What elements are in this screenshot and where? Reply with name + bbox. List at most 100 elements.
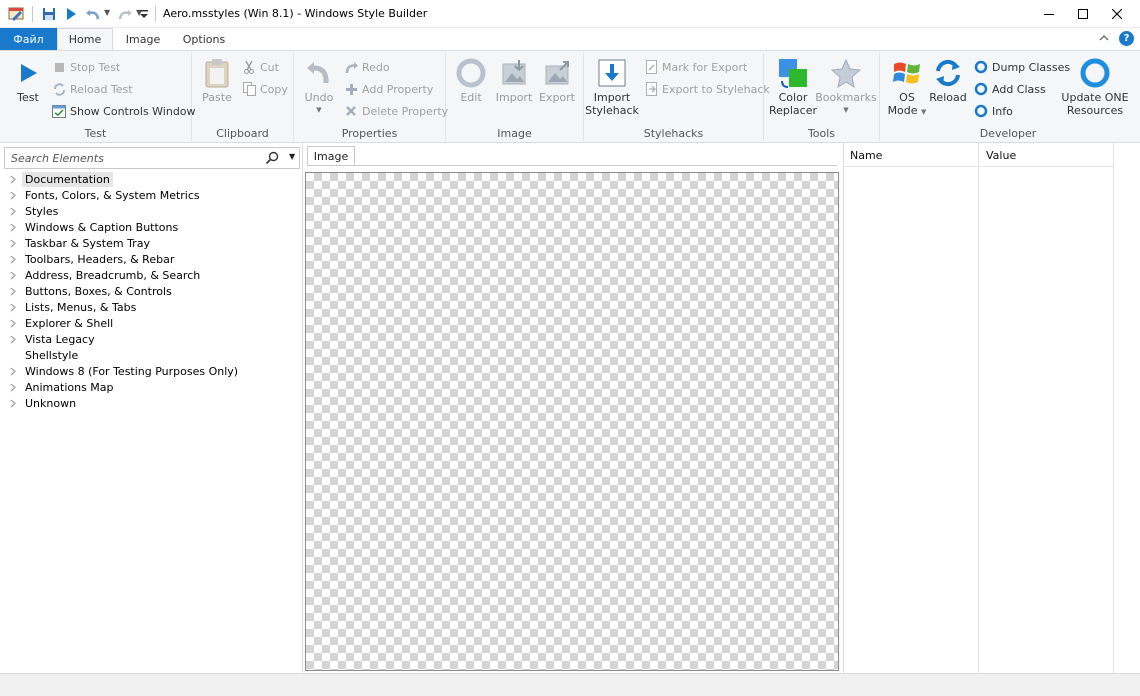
tree-item[interactable]: Fonts, Colors, & System Metrics <box>0 187 300 203</box>
stop-test-button[interactable]: Stop Test <box>52 58 120 76</box>
chevron-right-icon[interactable] <box>8 399 18 408</box>
delete-property-button[interactable]: Delete Property <box>344 102 448 120</box>
export-to-stylehack-label: Export to Stylehack <box>662 82 770 96</box>
tree-item[interactable]: Toolbars, Headers, & Rebar <box>0 251 300 267</box>
test-label: Test <box>17 91 39 104</box>
chevron-down-icon: ▼ <box>316 106 322 114</box>
window-icon <box>52 104 66 118</box>
chevron-right-icon[interactable] <box>8 319 18 328</box>
tree-item[interactable]: Unknown <box>0 395 300 411</box>
stop-test-label: Stop Test <box>70 60 121 74</box>
tree-item-label: Windows 8 (For Testing Purposes Only) <box>25 364 239 378</box>
chevron-right-icon[interactable] <box>8 287 18 296</box>
ribbon-tabs: Файл Home Image Options ? <box>0 28 1140 50</box>
image-canvas[interactable] <box>305 172 839 671</box>
undo-button[interactable]: Undo ▼ <box>302 57 336 117</box>
tree-item-label: Windows & Caption Buttons <box>25 220 179 234</box>
tab-image[interactable]: Image <box>116 28 170 50</box>
show-controls-window-button[interactable]: Show Controls Window <box>52 102 196 120</box>
tab-home[interactable]: Home <box>57 28 113 50</box>
chevron-right-icon[interactable] <box>8 271 18 280</box>
os-mode-button[interactable]: OS Mode ▼ <box>886 57 928 119</box>
tree-item[interactable]: Explorer & Shell <box>0 315 300 331</box>
chevron-right-icon[interactable] <box>8 367 18 376</box>
redo-icon[interactable] <box>116 5 134 23</box>
delete-property-label: Delete Property <box>362 104 449 118</box>
close-button[interactable] <box>1094 0 1140 28</box>
chevron-right-icon[interactable] <box>8 335 18 344</box>
search-input[interactable] <box>11 151 251 165</box>
redo-button[interactable]: Redo <box>344 58 390 76</box>
status-bar <box>0 673 1140 696</box>
help-icon[interactable]: ? <box>1119 31 1134 46</box>
info-button[interactable]: Info <box>974 102 1013 120</box>
export-to-stylehack-button[interactable]: Export to Stylehack <box>644 80 770 98</box>
tree-item[interactable]: Styles <box>0 203 300 219</box>
dump-classes-button[interactable]: Dump Classes <box>974 58 1070 76</box>
tree-item-label: Documentation <box>22 171 113 187</box>
bookmarks-button[interactable]: Bookmarks ▼ <box>815 57 877 117</box>
search-icon[interactable] <box>265 151 279 165</box>
cut-button[interactable]: Cut <box>242 58 279 76</box>
tree-item[interactable]: Shellstyle <box>0 347 300 363</box>
tree-item[interactable]: Vista Legacy <box>0 331 300 347</box>
undo-label: Undo <box>304 91 334 104</box>
import-image-button[interactable]: Import <box>496 57 532 104</box>
tree-item[interactable]: Address, Breadcrumb, & Search <box>0 267 300 283</box>
tab-image-preview[interactable]: Image <box>307 146 355 166</box>
qat-separator <box>32 6 33 22</box>
test-button[interactable]: Test <box>8 57 48 104</box>
tree-item[interactable]: Windows & Caption Buttons <box>0 219 300 235</box>
chevron-right-icon[interactable] <box>8 191 18 200</box>
update-one-resources-button[interactable]: Update ONE Resources <box>1060 57 1130 117</box>
undo-icon[interactable] <box>84 5 102 23</box>
add-property-button[interactable]: Add Property <box>344 80 433 98</box>
edit-image-button[interactable]: Edit <box>454 57 488 104</box>
play-icon[interactable] <box>62 5 80 23</box>
chevron-right-icon[interactable] <box>8 239 18 248</box>
tree-item[interactable]: Documentation <box>0 171 300 187</box>
customize-icon[interactable] <box>138 5 150 23</box>
import-stylehack-button[interactable]: Import Stylehack <box>585 57 639 117</box>
tree-item[interactable]: Windows 8 (For Testing Purposes Only) <box>0 363 300 379</box>
tab-file[interactable]: Файл <box>0 28 57 50</box>
export-image-button[interactable]: Export <box>538 57 576 104</box>
collapse-ribbon-icon[interactable] <box>1099 32 1109 45</box>
ribbon-group-tools: Color Replacer Bookmarks ▼ Tools <box>764 53 880 141</box>
save-icon[interactable] <box>40 5 58 23</box>
chevron-right-icon[interactable] <box>8 255 18 264</box>
chevron-right-icon[interactable] <box>8 303 18 312</box>
chevron-right-icon[interactable] <box>8 383 18 392</box>
add-class-button[interactable]: Add Class <box>974 80 1046 98</box>
column-header-name[interactable]: Name <box>844 143 979 167</box>
properties-header: Name Value <box>844 143 1114 167</box>
import-label: Import <box>495 91 533 104</box>
app-icon[interactable] <box>8 6 25 22</box>
reload-button[interactable]: Reload <box>928 57 968 104</box>
chevron-down-icon[interactable]: ▼ <box>289 152 295 161</box>
properties-panel: Name Value <box>843 143 1140 673</box>
tab-options[interactable]: Options <box>174 28 234 50</box>
paste-label: Paste <box>202 91 232 104</box>
tree-item[interactable]: Animations Map <box>0 379 300 395</box>
reload-test-button[interactable]: Reload Test <box>52 80 133 98</box>
tree-item[interactable]: Buttons, Boxes, & Controls <box>0 283 300 299</box>
copy-button[interactable]: Copy <box>242 80 288 98</box>
column-header-value[interactable]: Value <box>980 143 1114 167</box>
undo-dropdown-icon[interactable]: ▼ <box>104 8 110 17</box>
mark-for-export-button[interactable]: Mark for Export <box>644 58 747 76</box>
chevron-right-icon[interactable] <box>8 207 18 216</box>
edit-label: Edit <box>460 91 482 104</box>
chevron-right-icon[interactable] <box>8 175 18 184</box>
tree-item[interactable]: Lists, Menus, & Tabs <box>0 299 300 315</box>
show-controls-window-label: Show Controls Window <box>70 104 196 118</box>
chevron-right-icon[interactable] <box>8 223 18 232</box>
elements-panel: ▼ DocumentationFonts, Colors, & System M… <box>0 143 303 673</box>
paste-button[interactable]: Paste <box>200 57 234 104</box>
tree-item[interactable]: Taskbar & System Tray <box>0 235 300 251</box>
export-label: Export <box>538 91 575 104</box>
color-replacer-button[interactable]: Color Replacer <box>768 57 818 117</box>
tree-item-label: Unknown <box>25 396 77 410</box>
mark-document-icon <box>644 60 658 74</box>
copy-icon <box>242 82 256 96</box>
